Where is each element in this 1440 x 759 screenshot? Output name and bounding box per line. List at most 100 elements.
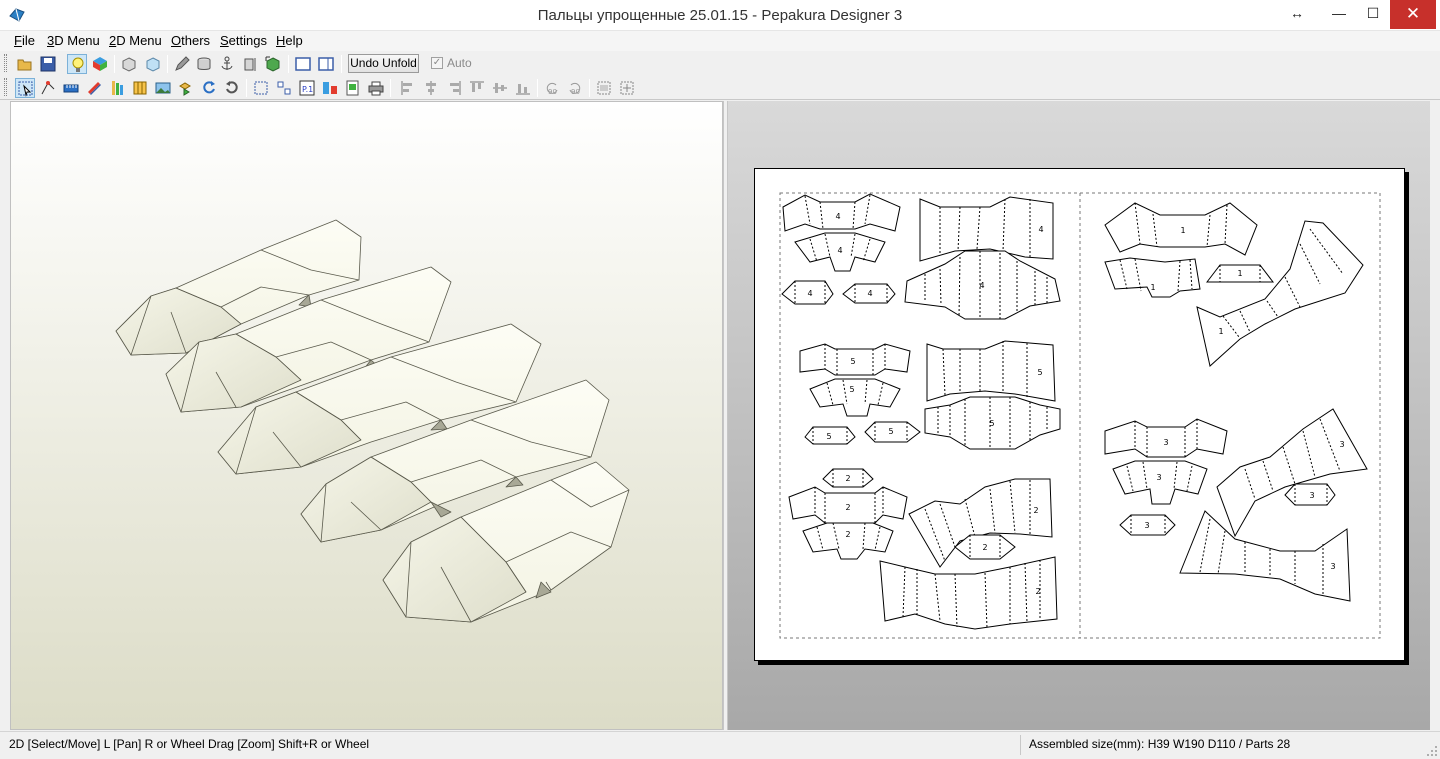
edit-edge-icon[interactable]: [38, 78, 58, 98]
rotate-icon[interactable]: [222, 78, 242, 98]
part-label: 5: [826, 432, 831, 441]
status-separator: [1020, 735, 1021, 755]
3d-model-viewport: [115, 219, 630, 623]
left-gutter: [0, 101, 10, 730]
3d-view[interactable]: [10, 101, 723, 730]
3d-move-icon[interactable]: [263, 54, 283, 74]
rainbow-icon[interactable]: [107, 78, 127, 98]
save-icon[interactable]: [38, 54, 58, 74]
rotate-back-icon[interactable]: [199, 78, 219, 98]
status-bar: 2D [Select/Move] L [Pan] R or Wheel Drag…: [0, 731, 1440, 759]
part-label: 3: [1339, 440, 1344, 449]
image-icon[interactable]: [153, 78, 173, 98]
part-label: 3: [1163, 438, 1168, 447]
rotate-90-ccw-icon[interactable]: 90: [542, 78, 562, 98]
toolbar-grip[interactable]: [4, 54, 7, 72]
parts-group-3: 3 3 3 3 3 3: [1104, 408, 1368, 602]
minimize-button[interactable]: —: [1322, 0, 1356, 29]
box-icon[interactable]: [119, 54, 139, 74]
ruler-icon[interactable]: [61, 78, 81, 98]
part-label: 5: [850, 357, 855, 366]
fit-parts-icon[interactable]: [274, 78, 294, 98]
pencils-icon[interactable]: [84, 78, 104, 98]
split-view-icon[interactable]: [316, 54, 336, 74]
layout-icon[interactable]: [320, 78, 340, 98]
auto-checkbox[interactable]: ✓: [431, 57, 443, 69]
texture-box-icon[interactable]: [143, 54, 163, 74]
menu-3d[interactable]: 3D Menu: [47, 33, 100, 48]
status-mode-text: 2D [Select/Move] L [Pan] R or Wheel Drag…: [9, 737, 370, 751]
pencil-icon[interactable]: [172, 54, 192, 74]
resize-grip-icon[interactable]: [1426, 745, 1438, 757]
menu-bar: File 3D Menu 2D Menu Others Settings Hel…: [0, 31, 1440, 51]
align-center-icon[interactable]: [421, 78, 441, 98]
part-label: 5: [989, 419, 994, 428]
align-left-icon[interactable]: [398, 78, 418, 98]
menu-help[interactable]: Help: [276, 33, 303, 48]
part-label: 1: [1150, 283, 1155, 292]
rotate-90-cw-label: 90: [571, 88, 580, 96]
2d-view[interactable]: 4 4 4 4 4 4 1 1 1 1 5 5 5 5 5 5 3 3 3 3 …: [728, 101, 1430, 730]
part-label: 2: [1035, 587, 1040, 596]
part-label: 5: [849, 385, 854, 394]
svg-text:P.1: P.1: [302, 85, 313, 94]
toolbar-grip[interactable]: [4, 78, 7, 96]
menu-2d[interactable]: 2D Menu: [109, 33, 162, 48]
maximize-button[interactable]: ☐: [1356, 0, 1390, 29]
lightbulb-icon[interactable]: [67, 54, 87, 74]
menu-others[interactable]: Others: [171, 33, 210, 48]
flip-h-icon[interactable]: [594, 78, 614, 98]
menu-settings[interactable]: Settings: [220, 33, 267, 48]
single-view-icon[interactable]: [293, 54, 313, 74]
resize-button[interactable]: ↔: [1282, 0, 1312, 29]
part-label: 5: [888, 427, 893, 436]
part-label: 3: [1330, 562, 1335, 571]
color-cube-icon[interactable]: [90, 54, 110, 74]
part-label: 4: [837, 246, 842, 255]
export-icon[interactable]: [343, 78, 363, 98]
part-label: 2: [1033, 506, 1038, 515]
part-label: 1: [1218, 327, 1223, 336]
close-button[interactable]: ✕: [1390, 0, 1436, 29]
open-folder-icon[interactable]: [15, 54, 35, 74]
part-label: 2: [845, 503, 850, 512]
part-label: 4: [1038, 225, 1043, 234]
menu-file[interactable]: File: [14, 33, 35, 48]
rotate-90-cw-icon[interactable]: 90: [565, 78, 585, 98]
title-bar: Пальцы упрощенные 25.01.15 - Pepakura De…: [0, 0, 1440, 31]
right-gutter: [1430, 101, 1440, 730]
auto-label: Auto: [447, 56, 472, 70]
paper-sheet: 4 4 4 4 4 4 1 1 1 1 5 5 5 5 5 5 3 3 3 3 …: [754, 168, 1405, 661]
dimension-icon[interactable]: [240, 54, 260, 74]
cylinder-icon[interactable]: [194, 54, 214, 74]
fold-lines-icon[interactable]: [130, 78, 150, 98]
part-label: 1: [1180, 226, 1185, 235]
part-label: 2: [845, 530, 850, 539]
part-label: 3: [1144, 521, 1149, 530]
part-label: 2: [982, 543, 987, 552]
parts-group-2: 2 2 2 2 2 2: [788, 468, 1058, 630]
align-top-icon[interactable]: [467, 78, 487, 98]
part-label: 4: [979, 281, 984, 290]
fit-page-icon[interactable]: [251, 78, 271, 98]
undo-unfold-button[interactable]: Undo Unfold: [348, 54, 419, 73]
flip-v-icon[interactable]: [617, 78, 637, 98]
part-label: 4: [835, 212, 840, 221]
main-toolbar: Undo Unfold ✓ Auto: [0, 52, 1440, 75]
part-label: 2: [845, 474, 850, 483]
align-middle-icon[interactable]: [490, 78, 510, 98]
parts-group-4: 4 4 4 4 4 4: [781, 193, 1061, 320]
select-move-icon[interactable]: [15, 78, 35, 98]
align-right-icon[interactable]: [444, 78, 464, 98]
unfolded-parts-layout: 4 4 4 4 4 4 1 1 1 1 5 5 5 5 5 5 3 3 3 3 …: [779, 192, 1381, 639]
join-parts-icon[interactable]: [176, 78, 196, 98]
parts-group-5: 5 5 5 5 5 5: [799, 340, 1061, 450]
page-number-icon[interactable]: P.1: [297, 78, 317, 98]
part-label: 1: [1237, 269, 1242, 278]
print-icon[interactable]: [366, 78, 386, 98]
align-bottom-icon[interactable]: [513, 78, 533, 98]
rotate-90-ccw-label: 90: [548, 88, 557, 96]
part-label: 3: [1309, 491, 1314, 500]
anchor-icon[interactable]: [217, 54, 237, 74]
window-title: Пальцы упрощенные 25.01.15 - Pepakura De…: [537, 7, 903, 24]
